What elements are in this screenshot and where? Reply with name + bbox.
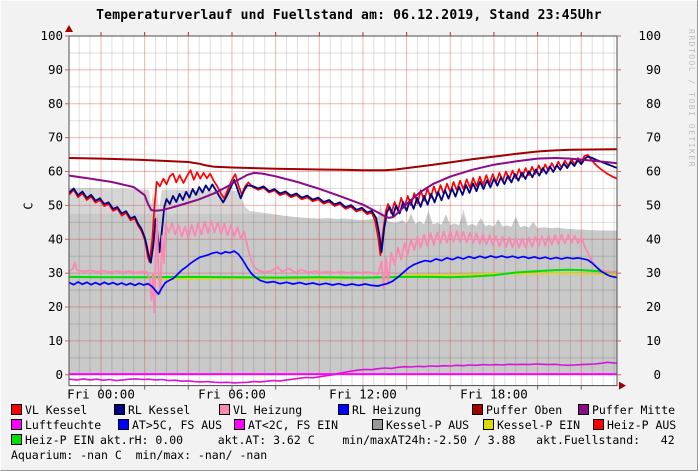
legend-item-label: Puffer Oben [486,403,562,417]
legend-row-3: Heiz-P EIN akt.rH: 0.00 akt.AT: 3.62 C mi… [1,433,698,448]
legend-item-label: Puffer Mitte [592,403,675,417]
legend-row-1: VL Kessel RL Kessel VL Heizung RL Heizung Pu… [1,403,698,418]
chart-canvas: 0 0 10 10 20 20 30 30 40 40 50 50 60 60 70 70 80 80 90 90 10… [1,1,698,401]
y-tick-label-right: 60 [646,164,661,179]
legend-item-label: VL Heizung [233,403,302,417]
y-tick-label-right: 30 [646,265,661,280]
y-tick-label-left: 90 [48,62,63,77]
legend-color-swatch [11,434,22,445]
y-tick-label-left: 100 [40,28,63,43]
y-tick-label-right: 10 [646,333,661,348]
y-tick-label-left: 60 [48,164,63,179]
legend-color-swatch [372,419,383,430]
x-tick-label: Fri 06:00 [198,387,266,401]
legend-color-swatch [11,419,22,430]
legend-item-label: Kessel-P AUS [386,418,469,432]
legend-stats-line: akt.rH: 0.00 akt.AT: 3.62 C min/maxAT24h… [100,433,675,447]
x-axis-arrow [619,382,626,390]
x-tick-label: Fri 18:00 [460,387,528,401]
legend-color-swatch [219,404,230,415]
y-tick-label-right: 40 [646,231,661,246]
y-tick-label-right: 70 [646,130,661,145]
legend-item-label: Kessel-P EIN [497,418,580,432]
y-tick-label-left: 0 [55,367,63,382]
y-tick-label-left: 40 [48,231,63,246]
y-tick-label-right: 0 [653,367,661,382]
rrdtool-graph: Temperaturverlauf und Fuellstand am: 06.… [0,0,698,471]
y-tick-label-left: 10 [48,333,63,348]
y-tick-label-right: 100 [638,28,661,43]
legend-color-swatch [593,419,604,430]
legend-color-swatch [578,404,589,415]
legend-item-label: AT<2C, FS EIN [248,418,338,432]
y-tick-label-left: 70 [48,130,63,145]
legend-color-swatch [114,404,125,415]
y-tick-label-left: 30 [48,265,63,280]
y-axis-arrow [65,25,73,32]
y-tick-label-right: 90 [646,62,661,77]
legend-item-label: VL Kessel [25,403,87,417]
legend-item-label: Luftfeuchte [25,418,101,432]
legend-item-label: RL Heizung [352,403,421,417]
x-tick-label: Fri 12:00 [329,387,397,401]
legend-color-swatch [338,404,349,415]
legend-color-swatch [118,419,129,430]
legend-item-label: Heiz-P AUS [607,418,676,432]
legend-row-4: Aquarium: -nan C min/max: -nan/ -nan [1,448,698,463]
legend-footer-aquarium: Aquarium: -nan C min/max: -nan/ -nan [11,448,267,462]
y-tick-label-left: 20 [48,299,63,314]
y-tick-label-right: 80 [646,96,661,111]
legend-row-2: Luftfeuchte AT>5C, FS AUS AT<2C, FS EIN Kes… [1,418,698,433]
legend-color-swatch [472,404,483,415]
legend-item-label: RL Kessel [128,403,190,417]
y-tick-label-right: 50 [646,197,661,212]
legend-item-label: AT>5C, FS AUS [132,418,222,432]
x-tick-label: Fri 00:00 [67,387,135,401]
legend-color-swatch [234,419,245,430]
y-tick-label-left: 80 [48,96,63,111]
legend-item-label: Heiz-P EIN [25,433,94,447]
legend-color-swatch [483,419,494,430]
y-tick-label-right: 20 [646,299,661,314]
y-tick-label-left: 50 [48,197,63,212]
legend-color-swatch [11,404,22,415]
